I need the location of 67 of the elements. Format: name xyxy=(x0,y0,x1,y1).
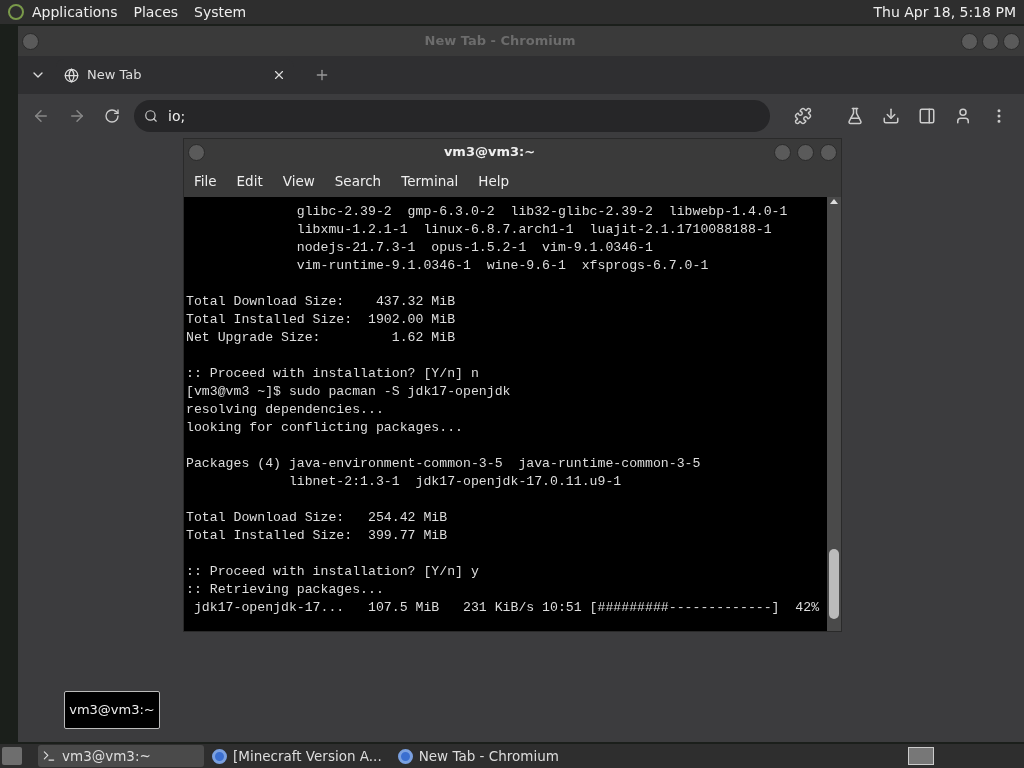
window-control-icon[interactable] xyxy=(22,32,39,50)
panel-menu[interactable]: System xyxy=(194,1,247,23)
reload-icon[interactable] xyxy=(104,108,120,124)
terminal-icon xyxy=(42,749,56,763)
menu-item[interactable]: Search xyxy=(334,170,382,192)
close-icon[interactable] xyxy=(272,68,286,82)
window-control-icon[interactable] xyxy=(774,143,791,161)
tab-title: New Tab xyxy=(87,66,143,85)
address-bar[interactable]: io; xyxy=(134,100,770,132)
back-icon[interactable] xyxy=(32,107,50,125)
terminal-line: libxmu-1.2.1-1 linux-6.8.7.arch1-1 luajit-2.1.1710088188-1 xyxy=(295,221,773,239)
window-control-icon[interactable] xyxy=(797,143,814,161)
menu-item[interactable]: Terminal xyxy=(401,170,459,192)
terminal-line: resolving dependencies... xyxy=(186,401,385,419)
menu-item[interactable]: View xyxy=(282,170,315,192)
terminal-line: glibc-2.39-2 gmp-6.3.0-2 lib32-glibc-2.39-2 libwebp-1.4.0-1 xyxy=(295,203,789,221)
side-panel-icon[interactable] xyxy=(918,107,936,125)
tooltip: vm3@vm3:~ xyxy=(64,691,160,729)
logo-icon[interactable] xyxy=(8,4,24,20)
search-icon xyxy=(144,109,158,123)
window-control-icon[interactable] xyxy=(820,143,837,161)
scroll-up-icon[interactable] xyxy=(830,199,838,204)
menu-item[interactable]: Help xyxy=(478,170,510,192)
download-icon[interactable] xyxy=(882,107,900,125)
forward-icon[interactable] xyxy=(68,107,86,125)
terminal-line: Total Download Size: 254.42 MiB xyxy=(186,509,449,527)
terminal-line: Total Download Size: 437.32 MiB xyxy=(186,293,457,311)
scroll-thumb[interactable] xyxy=(829,549,839,619)
terminal-line: :: Proceed with installation? [Y/n] n xyxy=(186,365,480,383)
terminal-line: :: Retrieving packages... xyxy=(186,581,385,599)
window-control-icon[interactable] xyxy=(982,32,999,50)
terminal-line: Packages (4) java-environment-common-3-5 java-runtime-common-3-5 xyxy=(186,455,702,473)
taskbar-item[interactable]: vm3@vm3:~ xyxy=(38,745,204,767)
menu-item[interactable]: File xyxy=(194,170,217,192)
terminal-line: jdk17-openjdk-17... 107.5 MiB 231 KiB/s 10:51 [#########-------------] 42% xyxy=(192,599,821,617)
terminal-line: Total Installed Size: 399.77 MiB xyxy=(186,527,449,545)
window-control-icon[interactable] xyxy=(961,32,978,50)
terminal-line: :: Proceed with installation? [Y/n] y xyxy=(186,563,480,581)
terminal-line: [vm3@vm3 ~]$ sudo pacman -S jdk17-openjdk xyxy=(186,383,512,401)
taskbar-label: vm3@vm3:~ xyxy=(62,746,151,766)
terminal-line: Total Installed Size: 1902.00 MiB xyxy=(186,311,457,329)
terminal-line: nodejs-21.7.3-1 opus-1.5.2-1 vim-9.1.0346-1 xyxy=(295,239,654,257)
taskbar-label: [Minecraft Version A... xyxy=(233,746,382,766)
window-title: vm3@vm3:~ xyxy=(442,143,537,162)
terminal-line: looking for conflicting packages... xyxy=(186,419,464,437)
panel-menu[interactable]: Places xyxy=(133,1,179,23)
address-text: io; xyxy=(168,106,186,126)
globe-icon xyxy=(64,67,79,83)
window-control-icon[interactable] xyxy=(188,143,205,161)
browser-icon xyxy=(397,748,413,764)
profile-icon[interactable] xyxy=(954,107,972,125)
scrollbar[interactable] xyxy=(827,197,841,631)
taskbar-item[interactable]: [Minecraft Version A... xyxy=(208,745,390,767)
browser-icon xyxy=(212,748,227,764)
flask-icon[interactable] xyxy=(846,107,864,125)
terminal-line: Net Upgrade Size: 1.62 MiB xyxy=(186,329,457,347)
clock[interactable]: Thu Apr 18, 5:18 PM xyxy=(873,1,1016,23)
new-tab-icon[interactable] xyxy=(314,67,330,83)
menu-item[interactable]: Edit xyxy=(236,170,263,192)
taskbar-label: New Tab - Chromium xyxy=(418,746,559,766)
terminal-line: vim-runtime-9.1.0346-1 wine-9.6-1 xfsprogs-6.7.0-1 xyxy=(295,257,710,275)
taskbar-item[interactable]: New Tab - Chromium xyxy=(393,745,567,767)
extensions-icon[interactable] xyxy=(794,107,812,125)
workspace-icon[interactable] xyxy=(908,747,934,765)
panel-menu[interactable]: Applications xyxy=(32,1,118,23)
terminal-line: libnet-2:1.3-1 jdk17-openjdk-17.0.11.u9-1 xyxy=(287,473,623,491)
window-control-icon[interactable] xyxy=(1003,32,1020,50)
